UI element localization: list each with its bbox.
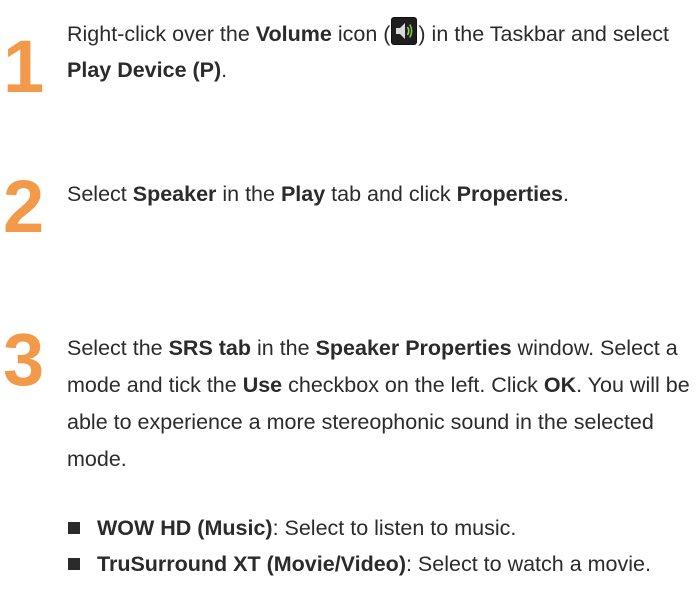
step-text: Select Speaker in the Play tab and click…	[67, 182, 569, 206]
bullet-square-icon	[68, 558, 80, 570]
list-item: TruSurround XT (Movie/Video): Select to …	[67, 549, 692, 579]
step-number: 1	[3, 25, 45, 108]
step-text: Right-click over the Volume icon () in t…	[67, 16, 692, 88]
step-number: 3	[3, 318, 45, 401]
step-text: Select the SRS tab in the Speaker Proper…	[67, 336, 690, 471]
bullet-square-icon	[68, 522, 80, 534]
list-item: WOW HD (Music): Select to listen to musi…	[67, 513, 692, 543]
mode-list: WOW HD (Music): Select to listen to musi…	[67, 513, 692, 585]
volume-icon	[391, 17, 418, 45]
step-number: 2	[3, 165, 45, 248]
